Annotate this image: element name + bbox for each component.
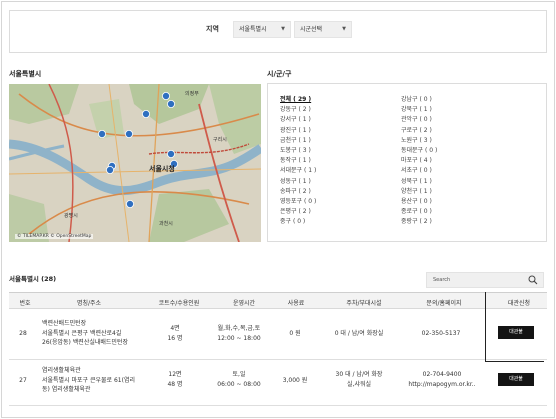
chevron-down-icon: ▼ — [342, 26, 346, 32]
region-map[interactable]: 서울시청 구리시 의정부 광명시 과천시 © TILEMAP.KR © Open… — [9, 84, 261, 242]
district-item[interactable]: 도봉구 ( 3 ) — [280, 145, 311, 154]
district-item[interactable]: 영등포구 ( 0 ) — [280, 196, 316, 205]
operating-time: 12:00 ~ 18:00 — [217, 334, 261, 342]
district-item[interactable]: 금천구 ( 1 ) — [280, 135, 311, 144]
facility-address-line: 서울특별시 마포구 큰우물로 61(염리 — [42, 376, 135, 384]
row-hours: 토,일 06:00 ~ 08:00 — [210, 370, 268, 389]
district-item[interactable]: 강서구 ( 1 ) — [280, 114, 311, 123]
capacity: 16 명 — [167, 334, 183, 342]
search-icon[interactable] — [528, 275, 538, 291]
operating-time: 06:00 ~ 08:00 — [217, 380, 261, 388]
row-name-address: 염리생활체육관 서울특별시 마포구 큰우물로 61(염리 동) 염리생활체육관 — [42, 366, 167, 395]
district-item[interactable]: 마포구 ( 4 ) — [401, 155, 432, 164]
facility-name: 백련산배드민턴장 — [42, 320, 87, 327]
operating-days: 월,화,수,목,금,토 — [217, 325, 261, 332]
court-count: 4면 — [170, 325, 180, 332]
district-item[interactable]: 서대문구 ( 1 ) — [280, 165, 316, 174]
district-item[interactable]: 송파구 ( 2 ) — [280, 186, 311, 195]
map-credit: © TILEMAP.KR © OpenStreetMap — [15, 234, 94, 239]
court-count: 12면 — [168, 371, 182, 378]
col-hours: 운영시간 — [232, 300, 256, 307]
district-item[interactable]: 광진구 ( 1 ) — [280, 125, 311, 134]
row-parking: 30 대 / 남/여 화장 실,샤워실 — [322, 370, 396, 389]
facility-address-line: 동) 염리생활체육관 — [42, 386, 91, 393]
district-item[interactable]: 용산구 ( 0 ) — [401, 196, 432, 205]
parking-line: 30 대 / 남/여 화장 — [335, 371, 383, 378]
row-divider — [9, 405, 547, 406]
homepage-link[interactable]: http://mapogym.or.kr.. — [404, 380, 480, 390]
rental-unavailable-button[interactable]: 대관불 — [498, 373, 534, 386]
table-header: 번호 명칭/주소 코트수/수용인원 운영시간 사용료 주차/부대시설 문의/홈페… — [9, 292, 547, 309]
column-highlight-outline — [485, 292, 544, 362]
district-list-panel: 전체 ( 29 ) 강동구 ( 2 ) 강서구 ( 1 ) 광진구 ( 1 ) 금천구 … — [267, 83, 547, 242]
operating-days: 토,일 — [232, 371, 246, 378]
row-number: 28 — [19, 330, 27, 337]
row-divider — [9, 359, 547, 360]
chevron-down-icon: ▼ — [281, 26, 285, 32]
map-label-center: 서울시청 — [149, 165, 175, 173]
row-courts: 12면 48 명 — [155, 370, 195, 389]
row-hours: 월,화,수,목,금,토 12:00 ~ 18:00 — [210, 324, 268, 343]
capacity: 48 명 — [167, 380, 183, 388]
row-contact-phone: 02-350-5137 — [421, 330, 461, 337]
col-number: 번호 — [19, 300, 31, 307]
district-item[interactable]: 중구 ( 0 ) — [280, 216, 305, 225]
district-item[interactable]: 관악구 ( 0 ) — [401, 114, 432, 123]
row-parking: 0 대 / 남/여 화장실 — [334, 330, 384, 337]
district-select-value: 시군선택 — [300, 26, 323, 33]
row-number: 27 — [19, 377, 27, 384]
district-item[interactable]: 은평구 ( 2 ) — [280, 206, 311, 215]
district-item[interactable]: 성북구 ( 1 ) — [401, 176, 432, 185]
district-item[interactable]: 구로구 ( 2 ) — [401, 125, 432, 134]
row-fee: 3,000 원 — [282, 377, 308, 384]
col-name-address: 명칭/주소 — [76, 300, 102, 307]
district-item[interactable]: 노원구 ( 3 ) — [401, 135, 432, 144]
row-fee: 0 원 — [289, 330, 301, 337]
parking-line: 실,샤워실 — [347, 380, 371, 388]
map-graphic — [9, 84, 261, 242]
row-contact: 02-704-9400 http://mapogym.or.kr.. — [404, 370, 480, 389]
district-item[interactable]: 서초구 ( 0 ) — [401, 165, 432, 174]
map-label-guri: 구리시 — [213, 137, 227, 143]
col-contact: 문의/홈페이지 — [426, 300, 462, 307]
search-placeholder: Search — [433, 277, 451, 283]
district-select[interactable]: 시군선택 ▼ — [294, 21, 352, 38]
contact-phone: 02-704-9400 — [422, 371, 462, 378]
region-select-value: 서울특별시 — [239, 26, 267, 33]
facility-address-line: 26(응암동) 백련산실내배드민턴장 — [42, 339, 128, 346]
map-label-gwacheon: 과천시 — [159, 221, 173, 227]
col-fee: 사용료 — [287, 300, 305, 307]
facility-address-line: 서울특별시 은평구 백련산로4길 — [42, 329, 122, 337]
district-item[interactable]: 동대문구 ( 0 ) — [401, 145, 437, 154]
region-label: 지역 — [206, 25, 219, 33]
facility-name: 염리생활체육관 — [42, 367, 81, 374]
district-item[interactable]: 중랑구 ( 2 ) — [401, 216, 432, 225]
district-item[interactable]: 양천구 ( 1 ) — [401, 186, 432, 195]
district-section-title: 시/군/구 — [267, 70, 292, 78]
district-item-all[interactable]: 전체 ( 29 ) — [280, 94, 311, 103]
district-item[interactable]: 강북구 ( 1 ) — [401, 104, 432, 113]
col-parking: 주차/부대시설 — [346, 300, 382, 307]
map-section-title: 서울특별시 — [9, 70, 42, 78]
list-title: 서울특별시 (28) — [9, 275, 57, 283]
region-select[interactable]: 서울특별시 ▼ — [233, 21, 291, 38]
search-input[interactable]: Search — [426, 272, 544, 288]
map-label-gwangmyeong: 광명시 — [64, 213, 78, 219]
district-item[interactable]: 성동구 ( 1 ) — [280, 176, 311, 185]
map-label-uijeongbu: 의정부 — [185, 91, 199, 97]
district-item[interactable]: 동작구 ( 1 ) — [280, 155, 311, 164]
row-name-address: 백련산배드민턴장 서울특별시 은평구 백련산로4길 26(응암동) 백련산실내배… — [42, 319, 167, 348]
district-item[interactable]: 강남구 ( 0 ) — [401, 94, 432, 103]
row-courts: 4면 16 명 — [155, 324, 195, 343]
district-item[interactable]: 종로구 ( 0 ) — [401, 206, 432, 215]
district-item[interactable]: 강동구 ( 2 ) — [280, 104, 311, 113]
col-courts: 코트수/수용인원 — [158, 300, 200, 307]
